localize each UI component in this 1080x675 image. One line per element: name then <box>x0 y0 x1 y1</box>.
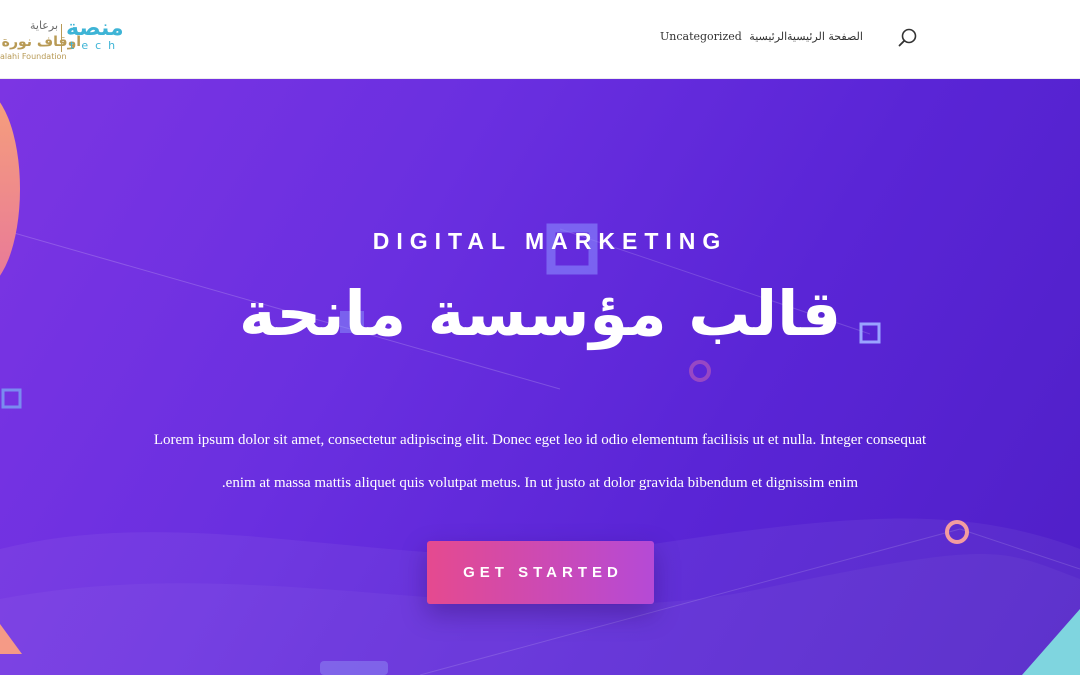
logo-brand-sub: tech <box>70 39 123 52</box>
nav-item-home[interactable]: الصفحة الرئيسية <box>787 30 863 44</box>
hero-eyebrow: DIGITAL MARKETING <box>372 228 728 254</box>
hero-description-line: .enim at massa mattis aliquet quis volut… <box>221 475 859 491</box>
hero-description: Lorem ipsum dolor sit amet, consectetur … <box>100 419 980 505</box>
site-logo[interactable]: برعاية أوقاف نورة ا alahi Foundation منص… <box>0 16 140 64</box>
logo-sponsor-foundation: alahi Foundation <box>0 52 67 61</box>
logo-brand-name: منصة <box>66 16 124 41</box>
logo-divider <box>61 24 62 52</box>
hero-description-line: Lorem ipsum dolor sit amet, consectetur … <box>153 432 927 448</box>
hero-section: DIGITAL MARKETING قالب مؤسسة مانحة Lorem… <box>0 79 1080 675</box>
logo-sponsor-label: برعاية <box>30 19 59 32</box>
hero-title: قالب مؤسسة مانحة <box>238 277 842 350</box>
nav-item-uncategorized-ar: الرئيسية <box>749 30 788 43</box>
nav-item-uncategorized-label: Uncategorized <box>660 30 742 43</box>
get-started-button[interactable]: GET STARTED <box>427 541 654 604</box>
nav-item-uncategorized[interactable]: Uncategorized الرئيسية <box>660 30 787 44</box>
site-header: برعاية أوقاف نورة ا alahi Foundation منص… <box>0 0 1080 79</box>
search-icon[interactable] <box>896 26 920 50</box>
